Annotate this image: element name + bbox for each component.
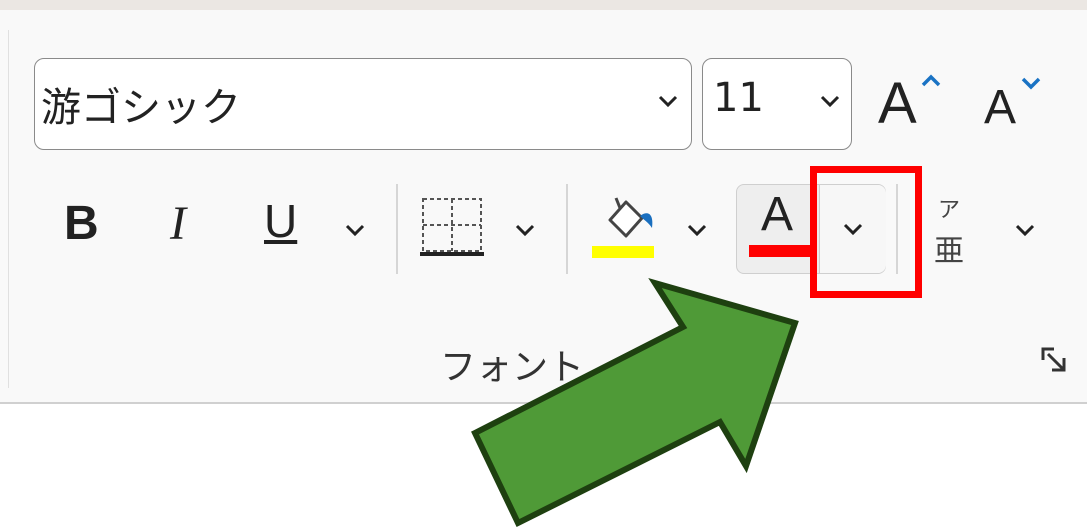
arrow-icon <box>471 277 799 528</box>
